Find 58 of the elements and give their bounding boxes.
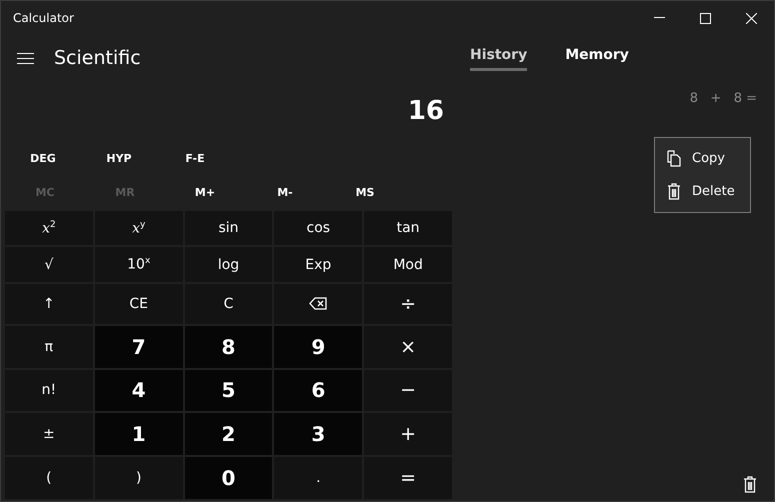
calculator-key[interactable]: =	[364, 457, 452, 499]
memory-button[interactable]: MS	[325, 180, 405, 204]
option-button[interactable]: HYP	[81, 146, 157, 170]
menu-icon	[17, 52, 34, 64]
backspace-icon	[309, 297, 328, 310]
menu-item[interactable]: Delete	[655, 175, 750, 208]
calculator-key[interactable]: ±	[5, 413, 93, 456]
close-icon	[746, 12, 756, 24]
calculator-key[interactable]: ↑	[5, 284, 93, 324]
calculator-key[interactable]: 9	[274, 326, 362, 368]
history-expression: 8 + 8 =	[690, 91, 757, 106]
calculator-key[interactable]: (	[5, 457, 93, 499]
option-button[interactable]: DEG	[5, 146, 81, 170]
calculator-key[interactable]: )	[94, 457, 183, 499]
menu-item[interactable]: Copy	[655, 142, 750, 175]
calculator-key[interactable]: 3	[274, 413, 362, 456]
calculator-key[interactable]: C	[184, 284, 272, 324]
window-title: Calculator	[13, 11, 75, 25]
calculator-key[interactable]: 7	[94, 326, 183, 368]
calculator-key[interactable]: 2	[184, 413, 272, 456]
calculator-key[interactable]: π	[5, 326, 93, 368]
calculator-key[interactable]	[274, 284, 362, 324]
calculator-key[interactable]: 4	[94, 370, 183, 412]
calculator-key[interactable]: tan	[364, 211, 452, 246]
calculator-key[interactable]: Mod	[364, 247, 452, 282]
calculator-key[interactable]: −	[364, 370, 452, 412]
clear-history-button[interactable]	[743, 476, 757, 493]
maximize-icon	[700, 12, 710, 24]
calculator-key[interactable]: x$^{2}$	[5, 211, 93, 246]
calculator-key[interactable]: √	[5, 247, 93, 282]
copy-icon	[667, 150, 681, 167]
calculator-key[interactable]: CE	[94, 284, 183, 324]
calculator-key[interactable]: 0	[184, 457, 272, 499]
calculator-key[interactable]: 6	[274, 370, 362, 412]
calculator-key[interactable]: Exp	[274, 247, 362, 282]
minimize-icon	[654, 17, 664, 19]
calculator-key[interactable]: n!	[5, 370, 93, 412]
calculator-key[interactable]: 5	[184, 370, 272, 412]
calculator-key[interactable]: log	[184, 247, 272, 282]
calculator-key[interactable]: sin	[184, 211, 272, 246]
calculator-key[interactable]: +	[364, 413, 452, 456]
mode-title: Scientific	[54, 47, 141, 69]
calculator-key[interactable]: 8	[184, 326, 272, 368]
memory-button[interactable]: M-	[245, 180, 325, 204]
calculator-key[interactable]: cos	[274, 211, 362, 246]
memory-button[interactable]: M+	[165, 180, 245, 204]
calculator-key[interactable]: .	[274, 457, 362, 499]
calculator-key[interactable]: 1	[94, 413, 183, 456]
trash-icon	[667, 183, 681, 200]
panel-tab[interactable]: History	[470, 41, 528, 71]
trash-icon	[743, 476, 757, 493]
calculator-key[interactable]: x$^{y}$	[94, 211, 183, 246]
calculator-key[interactable]: 10$^{x}$	[94, 247, 183, 282]
panel-tab[interactable]: Memory	[565, 41, 629, 71]
calculator-key[interactable]: ÷	[364, 284, 452, 324]
option-button[interactable]: F-E	[157, 146, 233, 170]
display-value: 16	[408, 96, 444, 126]
calculator-key[interactable]: ×	[364, 326, 452, 368]
